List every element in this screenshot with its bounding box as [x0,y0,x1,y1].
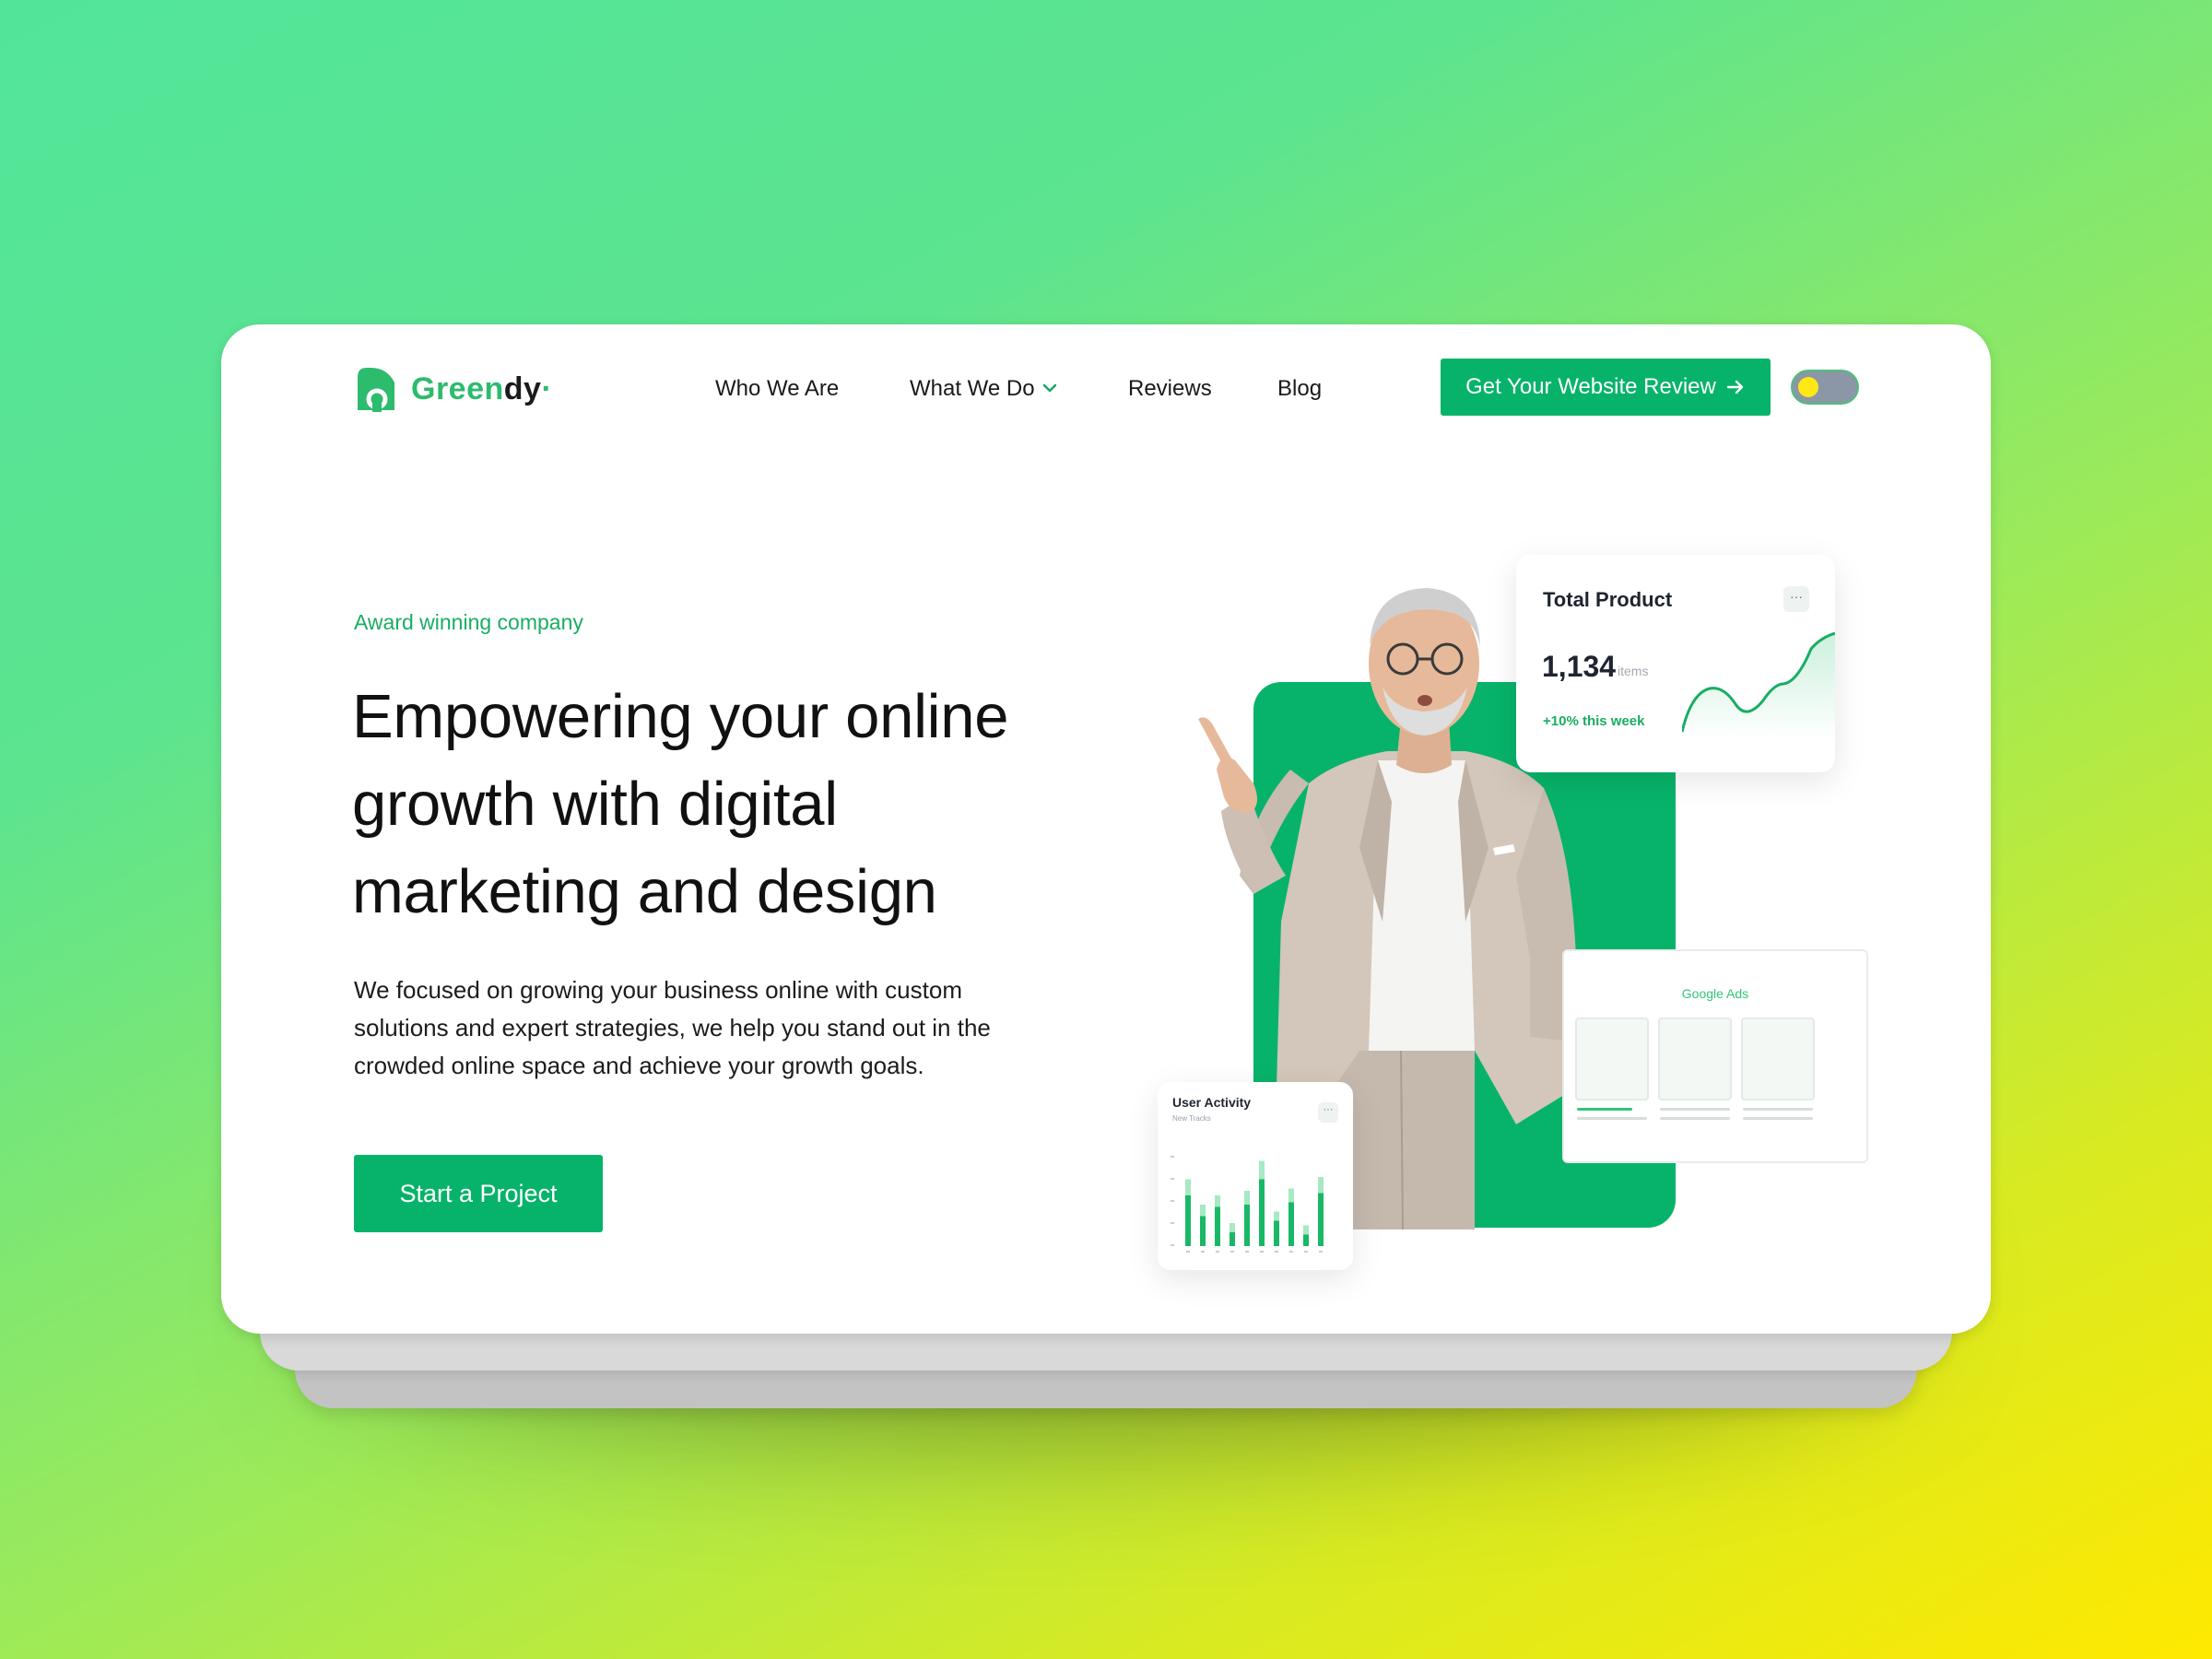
ads-tile [1658,1018,1732,1100]
hero-eyebrow: Award winning company [354,610,583,634]
activity-bar [1230,1232,1235,1246]
activity-bar [1185,1195,1191,1246]
x-axis-tick [1275,1251,1278,1253]
chevron-down-icon [1042,383,1056,393]
activity-bar [1215,1206,1220,1246]
total-product-sparkline [1682,631,1835,739]
y-axis-tick [1171,1156,1174,1158]
website-card: Greendy· Who We Are What We Do Reviews B… [221,324,1991,1334]
arrow-right-icon [1726,380,1744,394]
ads-text-line [1743,1117,1813,1120]
website-review-label: Get Your Website Review [1465,374,1716,399]
theme-toggle[interactable] [1791,370,1859,405]
activity-bar [1259,1179,1265,1246]
x-axis-tick [1186,1251,1190,1253]
total-product-value: 1,134 [1542,650,1617,683]
y-axis-tick [1171,1222,1174,1224]
ads-text-line [1660,1108,1730,1111]
nav-reviews[interactable]: Reviews [1128,371,1212,407]
nav-what-we-do[interactable]: What We Do [910,371,1059,407]
nav-what-we-do-label: What We Do [910,376,1035,401]
total-product-trend: +10% this week [1543,713,1645,729]
user-activity-chart [1171,1156,1324,1253]
activity-bar [1303,1234,1309,1246]
x-axis-tick [1201,1251,1205,1253]
ads-text-line [1660,1117,1730,1120]
activity-bar [1288,1202,1294,1246]
nav-who-we-are[interactable]: Who We Are [715,371,839,407]
user-activity-subtitle: New Tracks [1172,1114,1211,1123]
x-axis-tick [1230,1251,1234,1253]
total-product-unit: items [1618,664,1649,678]
hero-description: We focused on growing your business onli… [354,976,991,1079]
user-activity-title: User Activity [1172,1095,1252,1110]
ads-text-line [1743,1108,1813,1111]
user-activity-widget: User Activity New Tracks ··· [1158,1082,1353,1270]
y-axis-tick [1171,1244,1174,1246]
x-axis-tick [1289,1251,1293,1253]
website-review-button[interactable]: Get Your Website Review [1441,359,1771,416]
ads-progress-line [1577,1108,1632,1111]
activity-bar [1200,1216,1206,1246]
ads-tile [1741,1018,1815,1100]
activity-bar [1274,1220,1279,1246]
google-ads-title: Google Ads [1681,986,1749,1001]
x-axis-tick [1245,1251,1249,1253]
y-axis-tick [1171,1200,1174,1202]
y-axis-tick [1171,1178,1174,1180]
x-axis-tick [1304,1251,1308,1253]
total-product-widget: Total Product ··· 1,134 items +10% this … [1516,555,1835,772]
total-product-title: Total Product [1543,588,1673,611]
start-project-button[interactable]: Start a Project [354,1155,603,1232]
ads-tile [1575,1018,1649,1100]
hero-headline: Empowering your online growth with digit… [352,682,1009,926]
activity-bar [1244,1205,1250,1246]
google-ads-widget: Google Ads [1562,949,1868,1163]
total-product-menu-button[interactable]: ··· [1783,586,1809,612]
nav-blog[interactable]: Blog [1277,371,1322,407]
x-axis-tick [1260,1251,1264,1253]
x-axis-tick [1319,1251,1323,1253]
theme-toggle-knob [1798,377,1818,397]
x-axis-tick [1216,1251,1219,1253]
ads-text-line [1577,1117,1647,1120]
user-activity-menu-button[interactable]: ··· [1318,1102,1338,1123]
activity-bar [1318,1193,1324,1246]
